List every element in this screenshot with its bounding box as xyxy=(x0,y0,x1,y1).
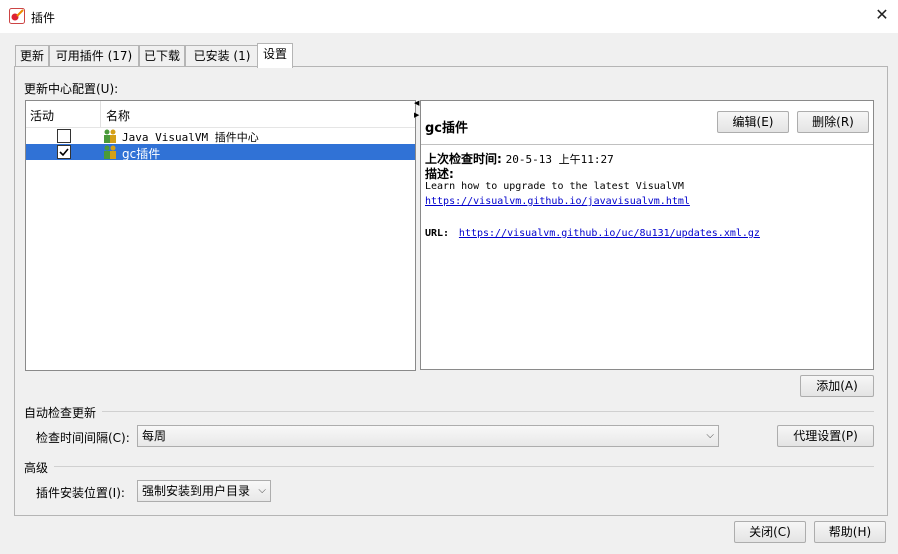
tab-installed[interactable]: 已安装 (1) xyxy=(185,45,259,66)
install-location-label: 插件安装位置(I): xyxy=(36,486,125,500)
column-header-active[interactable]: 活动 xyxy=(30,107,54,124)
install-location-select[interactable]: 强制安装到用户目录 ⌵ xyxy=(137,480,271,502)
table-row-selected[interactable]: gc插件 xyxy=(26,144,415,163)
tab-updates[interactable]: 更新 xyxy=(15,45,49,66)
update-center-icon xyxy=(102,144,118,163)
update-center-label: 更新中心配置(U): xyxy=(24,82,119,96)
detail-header: gc插件 编辑(E) 删除(R) xyxy=(421,101,873,145)
app-icon xyxy=(9,8,25,24)
active-checkbox-checked[interactable] xyxy=(57,145,71,159)
delete-button[interactable]: 删除(R) xyxy=(797,111,869,133)
edit-button[interactable]: 编辑(E) xyxy=(717,111,789,133)
last-check-value: 20-5-13 上午11:27 xyxy=(505,153,614,166)
interval-value: 每周 xyxy=(142,429,167,443)
update-center-table[interactable]: 活动 名称 Java VisualVM 插件中心 gc插件 xyxy=(25,100,416,371)
collapse-right-icon[interactable]: ▶ xyxy=(414,112,419,119)
description-link[interactable]: https://visualvm.github.io/javavisualvm.… xyxy=(425,196,690,207)
close-icon[interactable]: ✕ xyxy=(871,4,893,26)
help-button[interactable]: 帮助(H) xyxy=(814,521,886,543)
column-divider xyxy=(100,101,101,127)
chevron-down-icon: ⌵ xyxy=(706,430,714,441)
description-text: Learn how to upgrade to the latest Visua… xyxy=(425,181,684,192)
chevron-down-icon: ⌵ xyxy=(258,485,266,496)
title-bar: 插件 ✕ xyxy=(0,0,898,33)
detail-pane: gc插件 编辑(E) 删除(R) 上次检查时间: 20-5-13 上午11:27… xyxy=(420,100,874,370)
url-link[interactable]: https://visualvm.github.io/uc/8u131/upda… xyxy=(459,228,760,239)
auto-check-section-label: 自动检查更新 xyxy=(24,406,97,420)
tab-downloaded[interactable]: 已下载 xyxy=(139,45,185,66)
interval-select[interactable]: 每周 ⌵ xyxy=(137,425,719,447)
advanced-section-label: 高级 xyxy=(24,461,49,475)
row-name: Java VisualVM 插件中心 xyxy=(122,131,259,144)
close-button[interactable]: 关闭(C) xyxy=(734,521,806,543)
row-name: gc插件 xyxy=(122,147,161,161)
tab-settings[interactable]: 设置 xyxy=(257,43,293,68)
url-row: URL: https://visualvm.github.io/uc/8u131… xyxy=(425,225,760,239)
split-divider[interactable]: ◀ ▶ xyxy=(414,100,419,370)
proxy-settings-button[interactable]: 代理设置(P) xyxy=(777,425,874,447)
url-label: URL: xyxy=(425,228,450,239)
add-button[interactable]: 添加(A) xyxy=(800,375,874,397)
table-header: 活动 名称 xyxy=(26,101,415,128)
column-header-name[interactable]: 名称 xyxy=(106,107,130,124)
section-divider xyxy=(54,466,874,467)
active-checkbox[interactable] xyxy=(57,129,71,143)
interval-label: 检查时间间隔(C): xyxy=(36,431,130,445)
description-label: 描述: xyxy=(425,167,454,181)
last-check-label: 上次检查时间: xyxy=(425,152,502,166)
collapse-left-icon[interactable]: ◀ xyxy=(414,100,419,107)
install-location-value: 强制安装到用户目录 xyxy=(142,484,251,498)
tab-available-plugins[interactable]: 可用插件 (17) xyxy=(49,45,139,66)
table-row[interactable]: Java VisualVM 插件中心 xyxy=(26,128,415,144)
detail-title: gc插件 xyxy=(425,121,469,136)
section-divider xyxy=(102,411,874,412)
window-title: 插件 xyxy=(31,11,56,25)
